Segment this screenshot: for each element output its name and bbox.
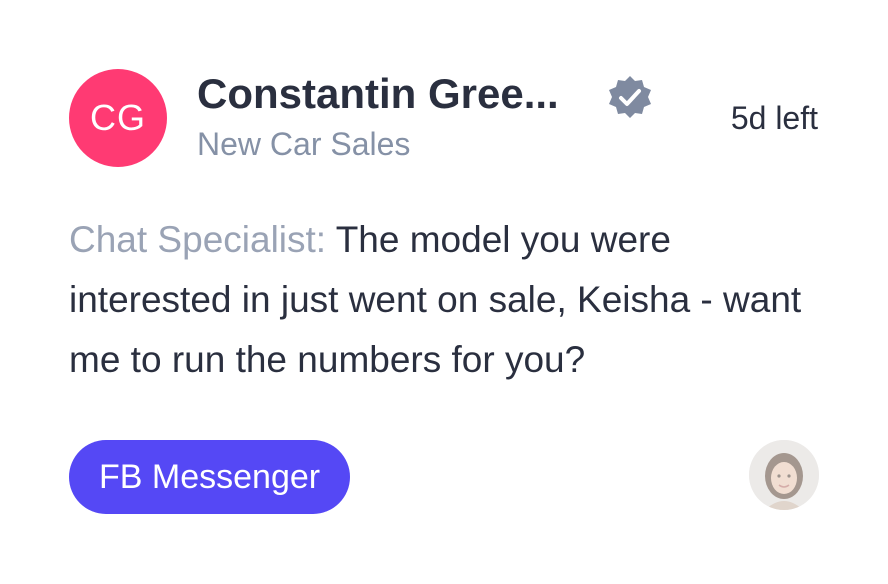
message-preview: Chat Specialist: The model you were inte… [69,210,829,390]
contact-department: New Car Sales [197,126,411,162]
conversation-card[interactable]: CG Constantin Gree... New Car Sales 5d l… [0,0,888,584]
time-left-label: 5d left [730,100,818,136]
channel-label: FB Messenger [99,457,321,496]
contact-avatar: CG [69,69,167,167]
message-sender: Chat Specialist: [69,219,327,260]
agent-avatar [749,440,819,510]
contact-name: Constantin Gree... [197,70,559,117]
verified-badge-icon [609,76,651,118]
channel-badge[interactable]: FB Messenger [69,440,351,514]
contact-initials: CG [90,97,146,138]
agent-avatar-photo [749,440,819,510]
